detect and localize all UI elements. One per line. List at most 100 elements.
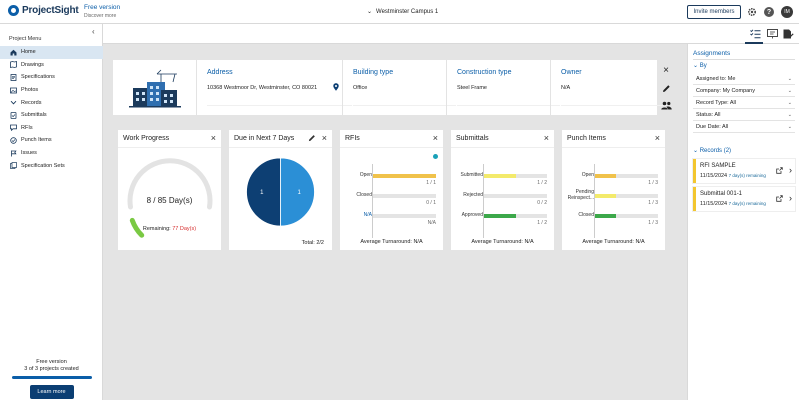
projectsight-logo-icon — [8, 5, 19, 16]
bar-label: Closed — [356, 192, 372, 198]
sidebar-item-photos[interactable]: Photos — [0, 84, 103, 97]
bar-label: Submitted — [460, 172, 483, 178]
photos-icon — [9, 87, 17, 94]
close-icon[interactable]: × — [655, 133, 660, 143]
plan-usage-progress-fill — [11, 376, 92, 379]
card-title: Punch Items — [567, 135, 606, 142]
sidebar-item-label: Submittals — [21, 112, 47, 119]
submittals-icon — [9, 111, 17, 119]
close-icon[interactable]: × — [660, 64, 672, 76]
work-progress-remaining: Remaining: 77 Day(s) — [118, 226, 221, 232]
address-value: 10368 Westmoor Dr, Westminster, CO 80021 — [207, 85, 318, 91]
building-illustration-icon — [129, 69, 181, 108]
filter-due-date[interactable]: Due Date: All ⌄ — [693, 121, 795, 133]
bar-label: N/A — [363, 212, 372, 218]
open-external-icon[interactable] — [776, 167, 783, 176]
sidebar-item-submittals[interactable]: Submittals — [0, 109, 103, 122]
filter-status[interactable]: Status: All ⌄ — [693, 109, 795, 121]
construction-type-label: Construction type — [457, 69, 512, 76]
bar-track — [373, 174, 436, 178]
sidebar-item-label: Records — [21, 99, 42, 106]
records-toggle[interactable]: ⌄ Records (2) — [693, 147, 731, 154]
by-label: By — [699, 63, 707, 69]
filter-assigned-to[interactable]: Assigned to: Me ⌄ — [693, 73, 795, 85]
sidebar-item-issues[interactable]: Issues — [0, 147, 103, 160]
gear-icon[interactable] — [747, 7, 757, 17]
sidebar-item-records[interactable]: Records — [0, 96, 103, 109]
open-external-icon[interactable] — [776, 195, 783, 204]
chevron-down-icon: ⌄ — [787, 123, 792, 130]
discover-more-link[interactable]: Discover more — [84, 12, 120, 20]
collapse-sidebar-icon[interactable]: ‹ — [92, 27, 95, 36]
by-toggle[interactable]: ⌄ By — [693, 62, 707, 69]
sidebar-item-specification-sets[interactable]: Specification Sets — [0, 159, 103, 172]
divider — [693, 59, 795, 60]
map-pin-icon[interactable] — [333, 83, 339, 93]
sidebar-item-label: Home — [21, 49, 36, 56]
version-info: Free version Discover more — [84, 4, 120, 20]
avatar[interactable]: IM — [781, 6, 793, 18]
invite-members-button[interactable]: Invite members — [687, 5, 741, 19]
filter-record-type[interactable]: Record Type: All ⌄ — [693, 97, 795, 109]
right-panel-tabs — [687, 24, 799, 44]
bar-count: 0 / 1 — [426, 200, 436, 206]
due-next-card: Due in Next 7 Days × 1 1 Total: 2/2 — [229, 130, 332, 250]
record-date: 11/15/2024 — [700, 173, 728, 179]
punch-items-bar-row[interactable]: Open 1 / 3 — [562, 172, 665, 188]
bar-fill — [484, 174, 516, 178]
divider — [451, 147, 554, 148]
record-title: Submittal 001-1 — [700, 191, 743, 197]
bar-count: 1 / 1 — [426, 180, 436, 186]
assignments-title: Assignments — [693, 50, 731, 57]
project-menu: Home Drawings Specifications Photos Reco… — [0, 46, 103, 172]
rfis-bar-row[interactable]: Open 1 / 1 — [340, 172, 443, 188]
team-members-icon[interactable] — [660, 99, 672, 111]
rfis-bar-row[interactable]: N/A N/A — [340, 212, 443, 228]
specification-sets-icon — [9, 162, 17, 169]
sidebar-item-drawings[interactable]: Drawings — [0, 59, 103, 72]
punch-items-bar-row[interactable]: Closed 1 / 3 — [562, 212, 665, 228]
edit-pencil-icon[interactable] — [660, 82, 672, 94]
building-type-label: Building type — [353, 69, 394, 76]
submittals-bar-row[interactable]: Submitted 1 / 2 — [451, 172, 554, 188]
average-turnaround: Average Turnaround: N/A — [582, 239, 645, 245]
specifications-icon — [9, 74, 17, 81]
rfis-bar-row[interactable]: Closed 0 / 1 — [340, 192, 443, 208]
filter-company[interactable]: Company: My Company ⌄ — [693, 85, 795, 97]
chevron-right-icon[interactable]: › — [789, 193, 792, 203]
divider — [207, 105, 352, 106]
bar-track — [484, 214, 547, 218]
chevron-down-icon: ⌄ — [693, 63, 699, 69]
sidebar-item-specifications[interactable]: Specifications — [0, 71, 103, 84]
drawings-icon — [9, 61, 17, 69]
notes-icon[interactable] — [783, 29, 794, 39]
assignments-list-icon[interactable] — [750, 29, 761, 39]
bar-fill — [595, 194, 616, 198]
sidebar-item-punch-items[interactable]: Punch Items — [0, 134, 103, 147]
sidebar-item-home[interactable]: Home — [0, 46, 103, 59]
chevron-down-icon: ⌄ — [787, 75, 792, 82]
bar-fill — [373, 174, 436, 178]
bar-track — [595, 214, 658, 218]
learn-more-button[interactable]: Learn more — [29, 385, 74, 399]
presentation-icon[interactable] — [767, 29, 778, 39]
bar-track — [595, 194, 658, 198]
close-icon[interactable]: × — [433, 133, 438, 143]
close-icon[interactable]: × — [544, 133, 549, 143]
project-selector[interactable]: ⌄ Westminster Campus 1 — [367, 8, 438, 16]
punch-items-bar-row[interactable]: Pending Reinspect... 1 / 3 — [562, 189, 665, 208]
record-item[interactable]: Submittal 001-1 11/15/2024 7 day(s) rema… — [693, 187, 795, 211]
submittals-bar-row[interactable]: Approved 1 / 2 — [451, 212, 554, 228]
average-turnaround: Average Turnaround: N/A — [471, 239, 534, 245]
bar-track — [484, 174, 547, 178]
home-icon — [9, 49, 17, 56]
chevron-down-icon: ⌄ — [787, 111, 792, 118]
building-type-column: Building type Office — [342, 60, 456, 115]
filter-label: Record Type: All — [696, 99, 736, 106]
logo[interactable]: ProjectSight — [8, 5, 79, 16]
sidebar-item-rfis[interactable]: RFIs — [0, 122, 103, 135]
submittals-bar-row[interactable]: Rejected 0 / 2 — [451, 192, 554, 208]
help-icon[interactable]: ? — [764, 7, 774, 17]
record-item[interactable]: RFI SAMPLE 11/15/2024 7 day(s) remaining… — [693, 159, 795, 183]
chevron-right-icon[interactable]: › — [789, 165, 792, 175]
